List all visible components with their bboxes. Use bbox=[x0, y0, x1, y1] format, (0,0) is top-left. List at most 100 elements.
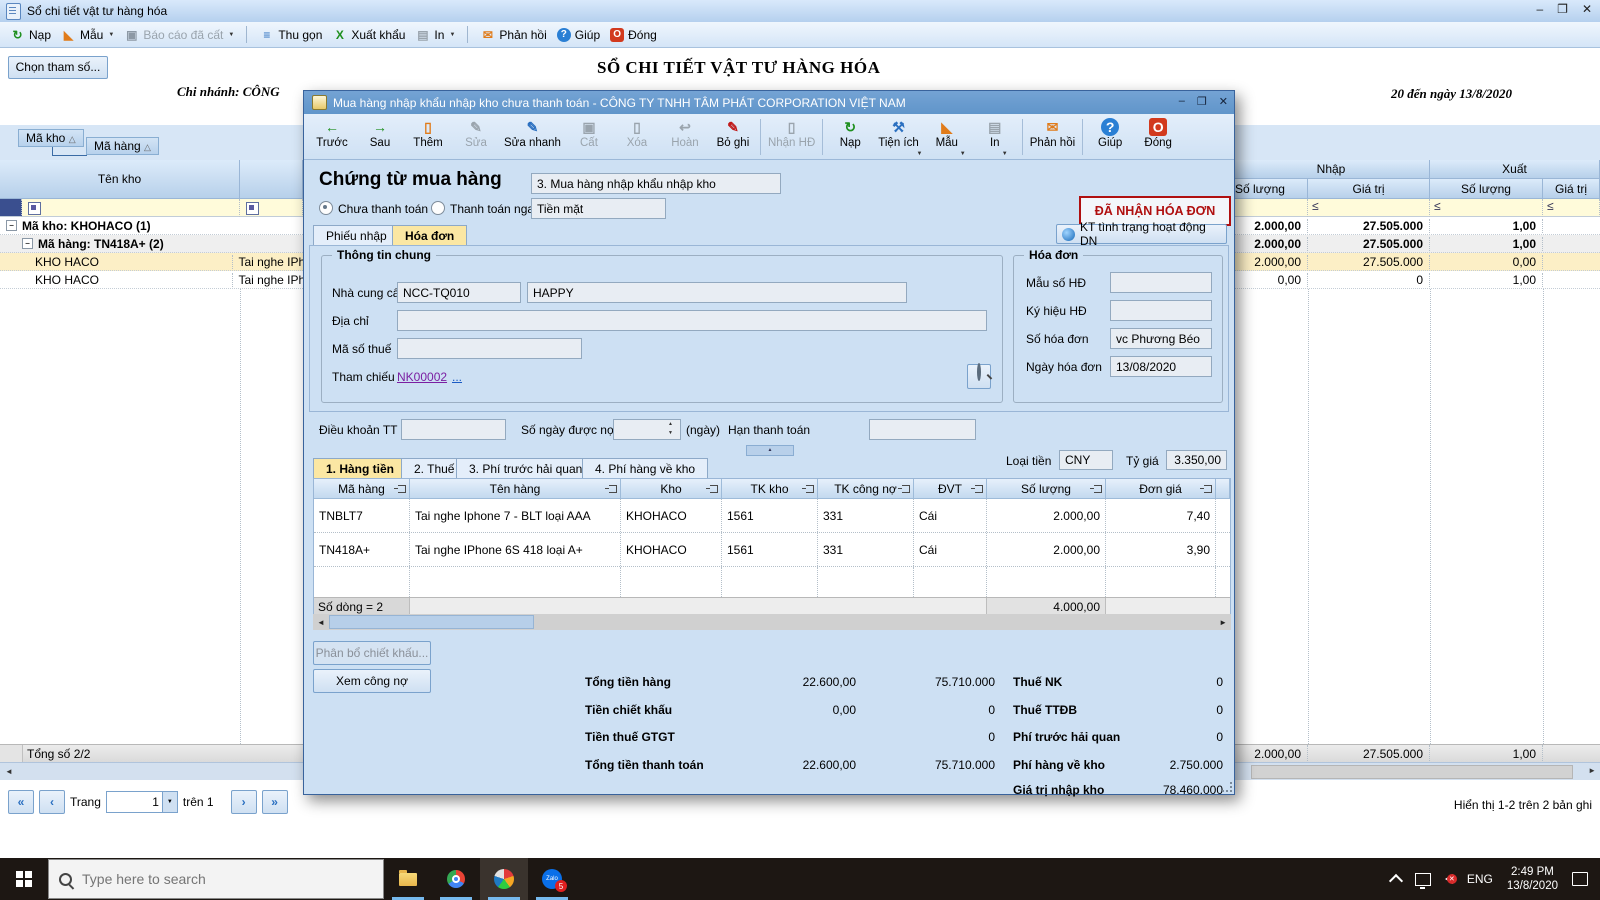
column-header-so-luong-nhap[interactable]: Số lượng bbox=[1233, 179, 1308, 199]
group-by-ma-hang-button[interactable]: Mã hàng △ bbox=[86, 137, 159, 155]
due-date-field[interactable] bbox=[869, 419, 976, 440]
print-button[interactable]: ▤ In ▼ bbox=[971, 117, 1019, 158]
filter-so-luong-xuat[interactable]: ≤ bbox=[1430, 199, 1543, 217]
grid-h-scrollbar[interactable]: ◄ ► bbox=[313, 614, 1231, 630]
dialog-close-button[interactable]: ✕ bbox=[1219, 95, 1228, 108]
toolbar-giup-button[interactable]: ? Giúp bbox=[556, 27, 600, 42]
currency-field[interactable]: CNY bbox=[1059, 450, 1113, 470]
radio-thanh-toan-ngay[interactable]: Thanh toán ngay bbox=[431, 201, 540, 216]
header-ten-hang[interactable]: Tên hàng bbox=[410, 479, 621, 499]
tax-code-field[interactable] bbox=[397, 338, 582, 359]
tab-hang-tien[interactable]: 1. Hàng tiền bbox=[313, 458, 408, 480]
header-don-gia[interactable]: Đơn giá bbox=[1106, 479, 1216, 499]
toolbar-in-button[interactable]: ▤ In ▼ bbox=[415, 27, 455, 42]
choose-params-button[interactable]: Chọn tham số... bbox=[8, 56, 108, 79]
filter-ten-kho[interactable] bbox=[22, 199, 240, 217]
filter-op-icon[interactable]: ≤ bbox=[1434, 199, 1441, 213]
filter-gia-tri-nhap[interactable]: ≤ bbox=[1308, 199, 1430, 217]
feedback-button[interactable]: ✉ Phản hồi bbox=[1026, 117, 1079, 151]
header-ma-hang[interactable]: Mã hàng bbox=[314, 479, 410, 499]
toolbar-thu-gon-button[interactable]: ≡ Thu gọn bbox=[259, 27, 322, 42]
collapse-panel-button[interactable]: ▲ bbox=[746, 445, 794, 456]
reference-more-link[interactable]: ... bbox=[452, 370, 462, 384]
delete-button[interactable]: ▯ Xóa bbox=[613, 117, 661, 151]
invoice-number-field[interactable]: vc Phương Béo bbox=[1110, 328, 1212, 349]
filter-op-icon[interactable]: ≤ bbox=[1547, 199, 1554, 213]
edit-button[interactable]: ✎ Sửa bbox=[452, 117, 500, 151]
toolbar-mau-button[interactable]: ◣ Mẫu ▼ bbox=[61, 27, 114, 42]
tray-expand-icon[interactable] bbox=[1388, 873, 1403, 889]
tab-phieu-nhap[interactable]: Phiếu nhập bbox=[313, 225, 400, 247]
dialog-minimize-button[interactable]: – bbox=[1179, 95, 1185, 108]
supplier-code-field[interactable]: NCC-TQ010 bbox=[397, 282, 521, 303]
action-center-icon[interactable] bbox=[1572, 872, 1588, 886]
toolbar-xuat-khau-button[interactable]: X Xuất khẩu bbox=[332, 27, 406, 42]
table-row[interactable]: KHO HACO Tai nghe IPh bbox=[0, 253, 303, 271]
collapse-icon[interactable]: − bbox=[6, 220, 17, 231]
scroll-left-icon[interactable]: ◄ bbox=[313, 618, 329, 627]
spinner-arrows[interactable]: ▲ ▼ bbox=[668, 420, 673, 438]
prev-record-button[interactable]: ← Trước bbox=[308, 117, 356, 151]
allocate-discount-button[interactable]: Phân bổ chiết khấu... bbox=[313, 641, 431, 665]
scroll-right-icon[interactable]: ► bbox=[1215, 618, 1231, 627]
clock[interactable]: 2:49 PM 13/8/2020 bbox=[1507, 865, 1558, 893]
last-page-button[interactable]: » bbox=[261, 790, 288, 814]
dialog-maximize-button[interactable]: ❐ bbox=[1197, 95, 1207, 108]
page-dropdown-icon[interactable]: ▼ bbox=[161, 792, 177, 812]
network-icon[interactable] bbox=[1414, 872, 1431, 889]
page-input[interactable]: 1 ▼ bbox=[105, 791, 178, 813]
filter-so-luong-nhap[interactable] bbox=[1233, 199, 1308, 217]
spin-down-icon[interactable]: ▼ bbox=[668, 429, 673, 438]
pin-icon[interactable] bbox=[971, 485, 983, 493]
prev-page-button[interactable]: ‹ bbox=[39, 790, 65, 814]
dialog-titlebar[interactable]: Mua hàng nhập khẩu nhập kho chưa thanh t… bbox=[304, 91, 1234, 114]
group-row-ma-kho[interactable]: − Mã kho: KHOHACO (1) bbox=[0, 217, 303, 235]
rate-field[interactable]: 3.350,00 bbox=[1166, 450, 1227, 470]
table-row[interactable]: 2.000,00 27.505.000 0,00 bbox=[1233, 253, 1600, 271]
scrollbar-thumb[interactable] bbox=[328, 615, 534, 629]
unpost-button[interactable]: ✎ Bỏ ghi bbox=[709, 117, 757, 151]
undo-button[interactable]: ↩ Hoàn bbox=[661, 117, 709, 151]
header-so-luong[interactable]: Số lượng bbox=[987, 479, 1106, 499]
taskbar-erp-app[interactable] bbox=[480, 858, 528, 900]
h-scrollbar-left[interactable]: ◄ bbox=[0, 762, 303, 780]
terms-field[interactable] bbox=[401, 419, 506, 440]
main-maximize-button[interactable]: ❐ bbox=[1557, 2, 1568, 16]
template-button[interactable]: ◣ Mẫu ▼ bbox=[923, 117, 971, 158]
pin-icon[interactable] bbox=[706, 485, 718, 493]
invoice-serial-field[interactable] bbox=[1110, 300, 1212, 321]
column-header-gia-tri-xuat[interactable]: Giá trị bbox=[1543, 179, 1600, 199]
scroll-left-icon[interactable]: ◄ bbox=[0, 767, 13, 776]
view-debt-button[interactable]: Xem công nợ bbox=[313, 669, 431, 693]
doc-type-combo[interactable]: 3. Mua hàng nhập khẩu nhập kho bbox=[531, 173, 781, 194]
pin-icon[interactable] bbox=[802, 485, 814, 493]
next-page-button[interactable]: › bbox=[230, 790, 257, 814]
taskbar-chrome[interactable] bbox=[432, 858, 480, 900]
pin-icon[interactable] bbox=[1200, 485, 1212, 493]
filter-checkbox-icon[interactable] bbox=[28, 202, 41, 215]
filter-ten-hang[interactable] bbox=[240, 199, 303, 217]
radio-chua-thanh-toan[interactable]: Chưa thanh toán bbox=[319, 201, 428, 216]
header-dvt[interactable]: ĐVT bbox=[914, 479, 987, 499]
header-tk-cong-no[interactable]: TK công nợ bbox=[818, 479, 914, 499]
close-dialog-button[interactable]: O Đóng bbox=[1134, 117, 1182, 151]
supplier-name-field[interactable]: HAPPY bbox=[527, 282, 907, 303]
pin-icon[interactable] bbox=[605, 485, 617, 493]
column-header-so-luong-xuat[interactable]: Số lượng bbox=[1430, 179, 1543, 199]
invoice-form-field[interactable] bbox=[1110, 272, 1212, 293]
column-header-ten-hang[interactable] bbox=[240, 160, 303, 199]
search-input[interactable] bbox=[80, 870, 334, 888]
spin-up-icon[interactable]: ▲ bbox=[668, 420, 673, 429]
main-minimize-button[interactable]: – bbox=[1536, 2, 1543, 16]
address-field[interactable] bbox=[397, 310, 987, 331]
group-by-ma-kho-button[interactable]: Mã kho △ bbox=[18, 129, 84, 147]
column-header-gia-tri-nhap[interactable]: Giá trị bbox=[1308, 179, 1430, 199]
quick-edit-button[interactable]: ✎ Sửa nhanh bbox=[500, 117, 565, 151]
grid-row[interactable]: TNBLT7 Tai nghe Iphone 7 - BLT loại AAA … bbox=[314, 499, 1230, 533]
table-row[interactable]: 0,00 0 1,00 bbox=[1233, 271, 1600, 289]
table-row[interactable]: 2.000,00 27.505.000 1,00 bbox=[1233, 235, 1600, 253]
filter-op-icon[interactable]: ≤ bbox=[1312, 199, 1319, 213]
add-button[interactable]: ▯ Thêm bbox=[404, 117, 452, 151]
header-kho[interactable]: Kho bbox=[621, 479, 722, 499]
start-button[interactable] bbox=[0, 858, 48, 900]
